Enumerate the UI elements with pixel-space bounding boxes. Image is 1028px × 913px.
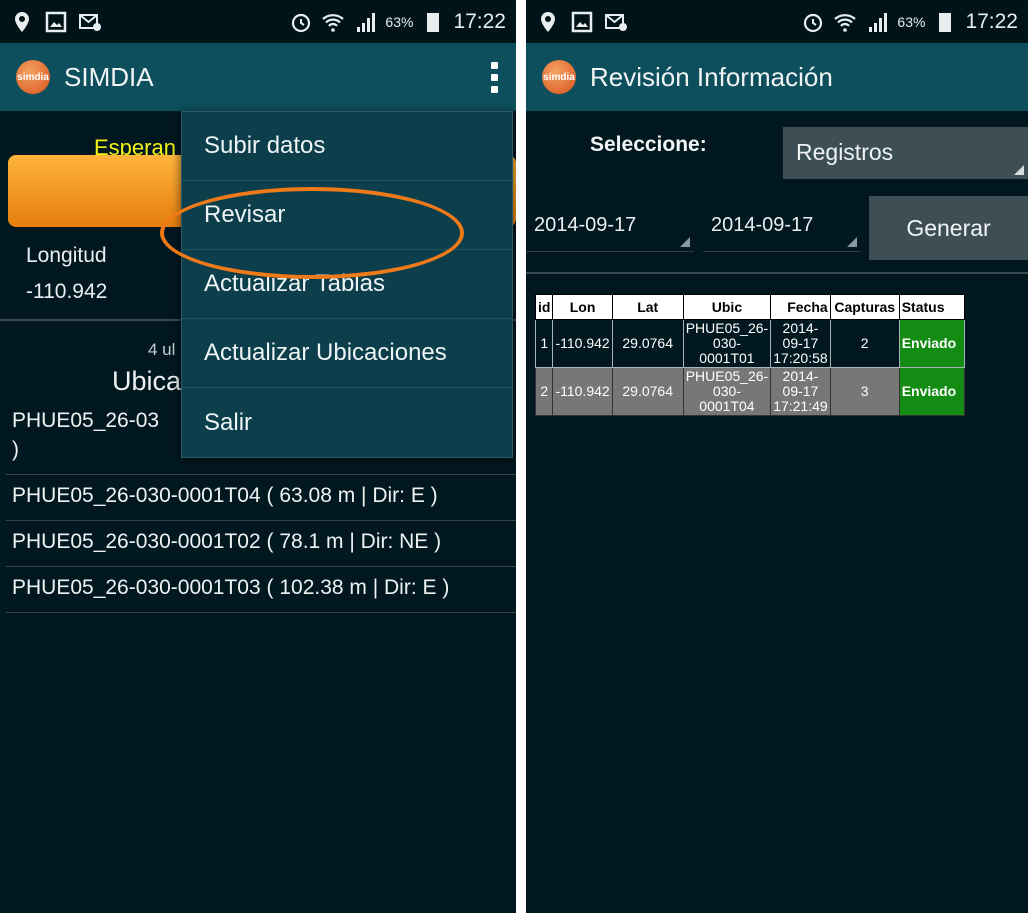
select-label: Seleccione:: [590, 133, 707, 156]
status-badge: Enviado: [898, 367, 965, 416]
table-row[interactable]: 2 -110.942 29.0764 PHUE05_26- 030- 0001T…: [534, 367, 965, 416]
status-badge: Enviado: [898, 319, 965, 368]
col-header: Fecha: [770, 294, 831, 320]
cell-id: 2: [534, 367, 554, 416]
location-icon: [10, 10, 34, 34]
records-table: id Lon Lat Ubic Fecha Capturas Status 1 …: [534, 294, 965, 416]
list-item-text: PHUE05_26-030-0001T02 ( 78.1 m | Dir: NE…: [12, 530, 442, 553]
generate-button[interactable]: Generar: [869, 196, 1028, 260]
menu-item-salir[interactable]: Salir: [182, 388, 512, 457]
app-logo: simdia: [542, 60, 576, 94]
cell-text: 17:21:49: [773, 398, 828, 414]
type-select[interactable]: Registros: [783, 127, 1028, 179]
col-header: Lon: [552, 294, 613, 320]
wifi-icon: [321, 10, 345, 34]
cell-text: 030-: [712, 335, 741, 351]
cell-text: 09-17: [782, 335, 819, 351]
cell-capturas: 3: [829, 367, 900, 416]
menu-item-actualizar-tablas[interactable]: Actualizar Tablas: [182, 250, 512, 319]
cell-lon: -110.942: [552, 367, 613, 416]
date-from-value: 2014-09-17: [534, 214, 637, 236]
left-screen: 63% 17:22 simdia SIMDIA Esperan Longitud…: [0, 0, 516, 913]
cell-text: 09-17: [782, 383, 819, 399]
sms-icon: [78, 10, 102, 34]
app-bar: simdia Revisión Información: [526, 43, 1028, 111]
menu-item-subir-datos[interactable]: Subir datos: [182, 112, 512, 181]
app-logo: simdia: [16, 60, 50, 94]
gallery-icon: [44, 10, 68, 34]
status-bar: 63% 17:22: [0, 0, 516, 43]
app-title: SIMDIA: [64, 61, 154, 92]
cell-text: PHUE05_26-: [685, 320, 769, 336]
cell-fecha: 2014- 09-17 17:21:49: [770, 367, 831, 416]
battery-percent: 63%: [897, 13, 926, 30]
cell-text: 030-: [712, 383, 741, 399]
battery-percent: 63%: [385, 13, 414, 30]
page-title: Revisión Información: [590, 61, 833, 92]
cell-capturas: 2: [829, 319, 900, 368]
date-to-picker[interactable]: 2014-09-17: [703, 200, 861, 252]
date-from-picker[interactable]: 2014-09-17: [526, 200, 694, 252]
gallery-icon: [570, 10, 594, 34]
locations-title: Ubica: [112, 366, 182, 396]
overflow-menu-icon[interactable]: [488, 61, 500, 93]
battery-icon: [421, 10, 445, 34]
cell-text: 17:20:58: [773, 350, 828, 366]
cell-lat: 29.0764: [611, 367, 684, 416]
cell-id: 1: [534, 319, 554, 368]
sms-icon: [604, 10, 628, 34]
longitude-label: Longitud: [26, 244, 107, 267]
clock: 17:22: [965, 9, 1018, 33]
signal-icon: [865, 10, 889, 34]
app-bar: simdia SIMDIA: [0, 43, 516, 111]
cell-text: 2014-: [782, 320, 819, 336]
dropdown-triangle-icon: [680, 237, 690, 247]
wifi-icon: [833, 10, 857, 34]
date-to-value: 2014-09-17: [711, 214, 814, 236]
list-item-text: PHUE05_26-030-0001T03 ( 102.38 m | Dir: …: [12, 576, 450, 599]
cell-text: 2014-: [782, 368, 819, 384]
table-row[interactable]: 1 -110.942 29.0764 PHUE05_26- 030- 0001T…: [534, 319, 965, 368]
overflow-menu: Subir datos Revisar Actualizar Tablas Ac…: [181, 111, 513, 458]
cell-text: 0001T04: [699, 398, 755, 414]
cell-lon: -110.942: [552, 319, 613, 368]
col-header: id: [534, 294, 554, 320]
divider: [526, 272, 1028, 274]
list-item[interactable]: PHUE05_26-030-0001T03 ( 102.38 m | Dir: …: [6, 567, 516, 613]
clock: 17:22: [453, 9, 506, 33]
location-icon: [536, 10, 560, 34]
cell-ubic: PHUE05_26- 030- 0001T04: [682, 367, 772, 416]
status-bar: 63% 17:22: [526, 0, 1028, 43]
menu-item-actualizar-ubicaciones[interactable]: Actualizar Ubicaciones: [182, 319, 512, 388]
col-header: Ubic: [682, 294, 772, 320]
menu-item-revisar[interactable]: Revisar: [182, 181, 512, 250]
cell-text: 0001T01: [699, 350, 755, 366]
alarm-icon: [289, 10, 313, 34]
last-locations-label: 4 ul: [148, 340, 176, 359]
right-screen: 63% 17:22 simdia Revisión Información Se…: [526, 0, 1028, 913]
dropdown-triangle-icon: [847, 237, 857, 247]
alarm-icon: [801, 10, 825, 34]
cell-lat: 29.0764: [611, 319, 684, 368]
cell-text: PHUE05_26-: [685, 368, 769, 384]
list-item[interactable]: PHUE05_26-030-0001T04 ( 63.08 m | Dir: E…: [6, 475, 516, 521]
cell-fecha: 2014- 09-17 17:20:58: [770, 319, 831, 368]
cell-ubic: PHUE05_26- 030- 0001T01: [682, 319, 772, 368]
list-item[interactable]: PHUE05_26-030-0001T02 ( 78.1 m | Dir: NE…: [6, 521, 516, 567]
list-item-text: PHUE05_26-030-0001T04 ( 63.08 m | Dir: E…: [12, 484, 438, 507]
dropdown-triangle-icon: [1014, 165, 1024, 175]
longitude-value: -110.942: [26, 280, 108, 303]
col-header: Lat: [611, 294, 684, 320]
col-header: Capturas: [829, 294, 900, 320]
table-header-row: id Lon Lat Ubic Fecha Capturas Status: [534, 294, 965, 320]
battery-icon: [933, 10, 957, 34]
signal-icon: [353, 10, 377, 34]
col-header: Status: [898, 294, 965, 320]
type-select-value: Registros: [796, 139, 894, 165]
